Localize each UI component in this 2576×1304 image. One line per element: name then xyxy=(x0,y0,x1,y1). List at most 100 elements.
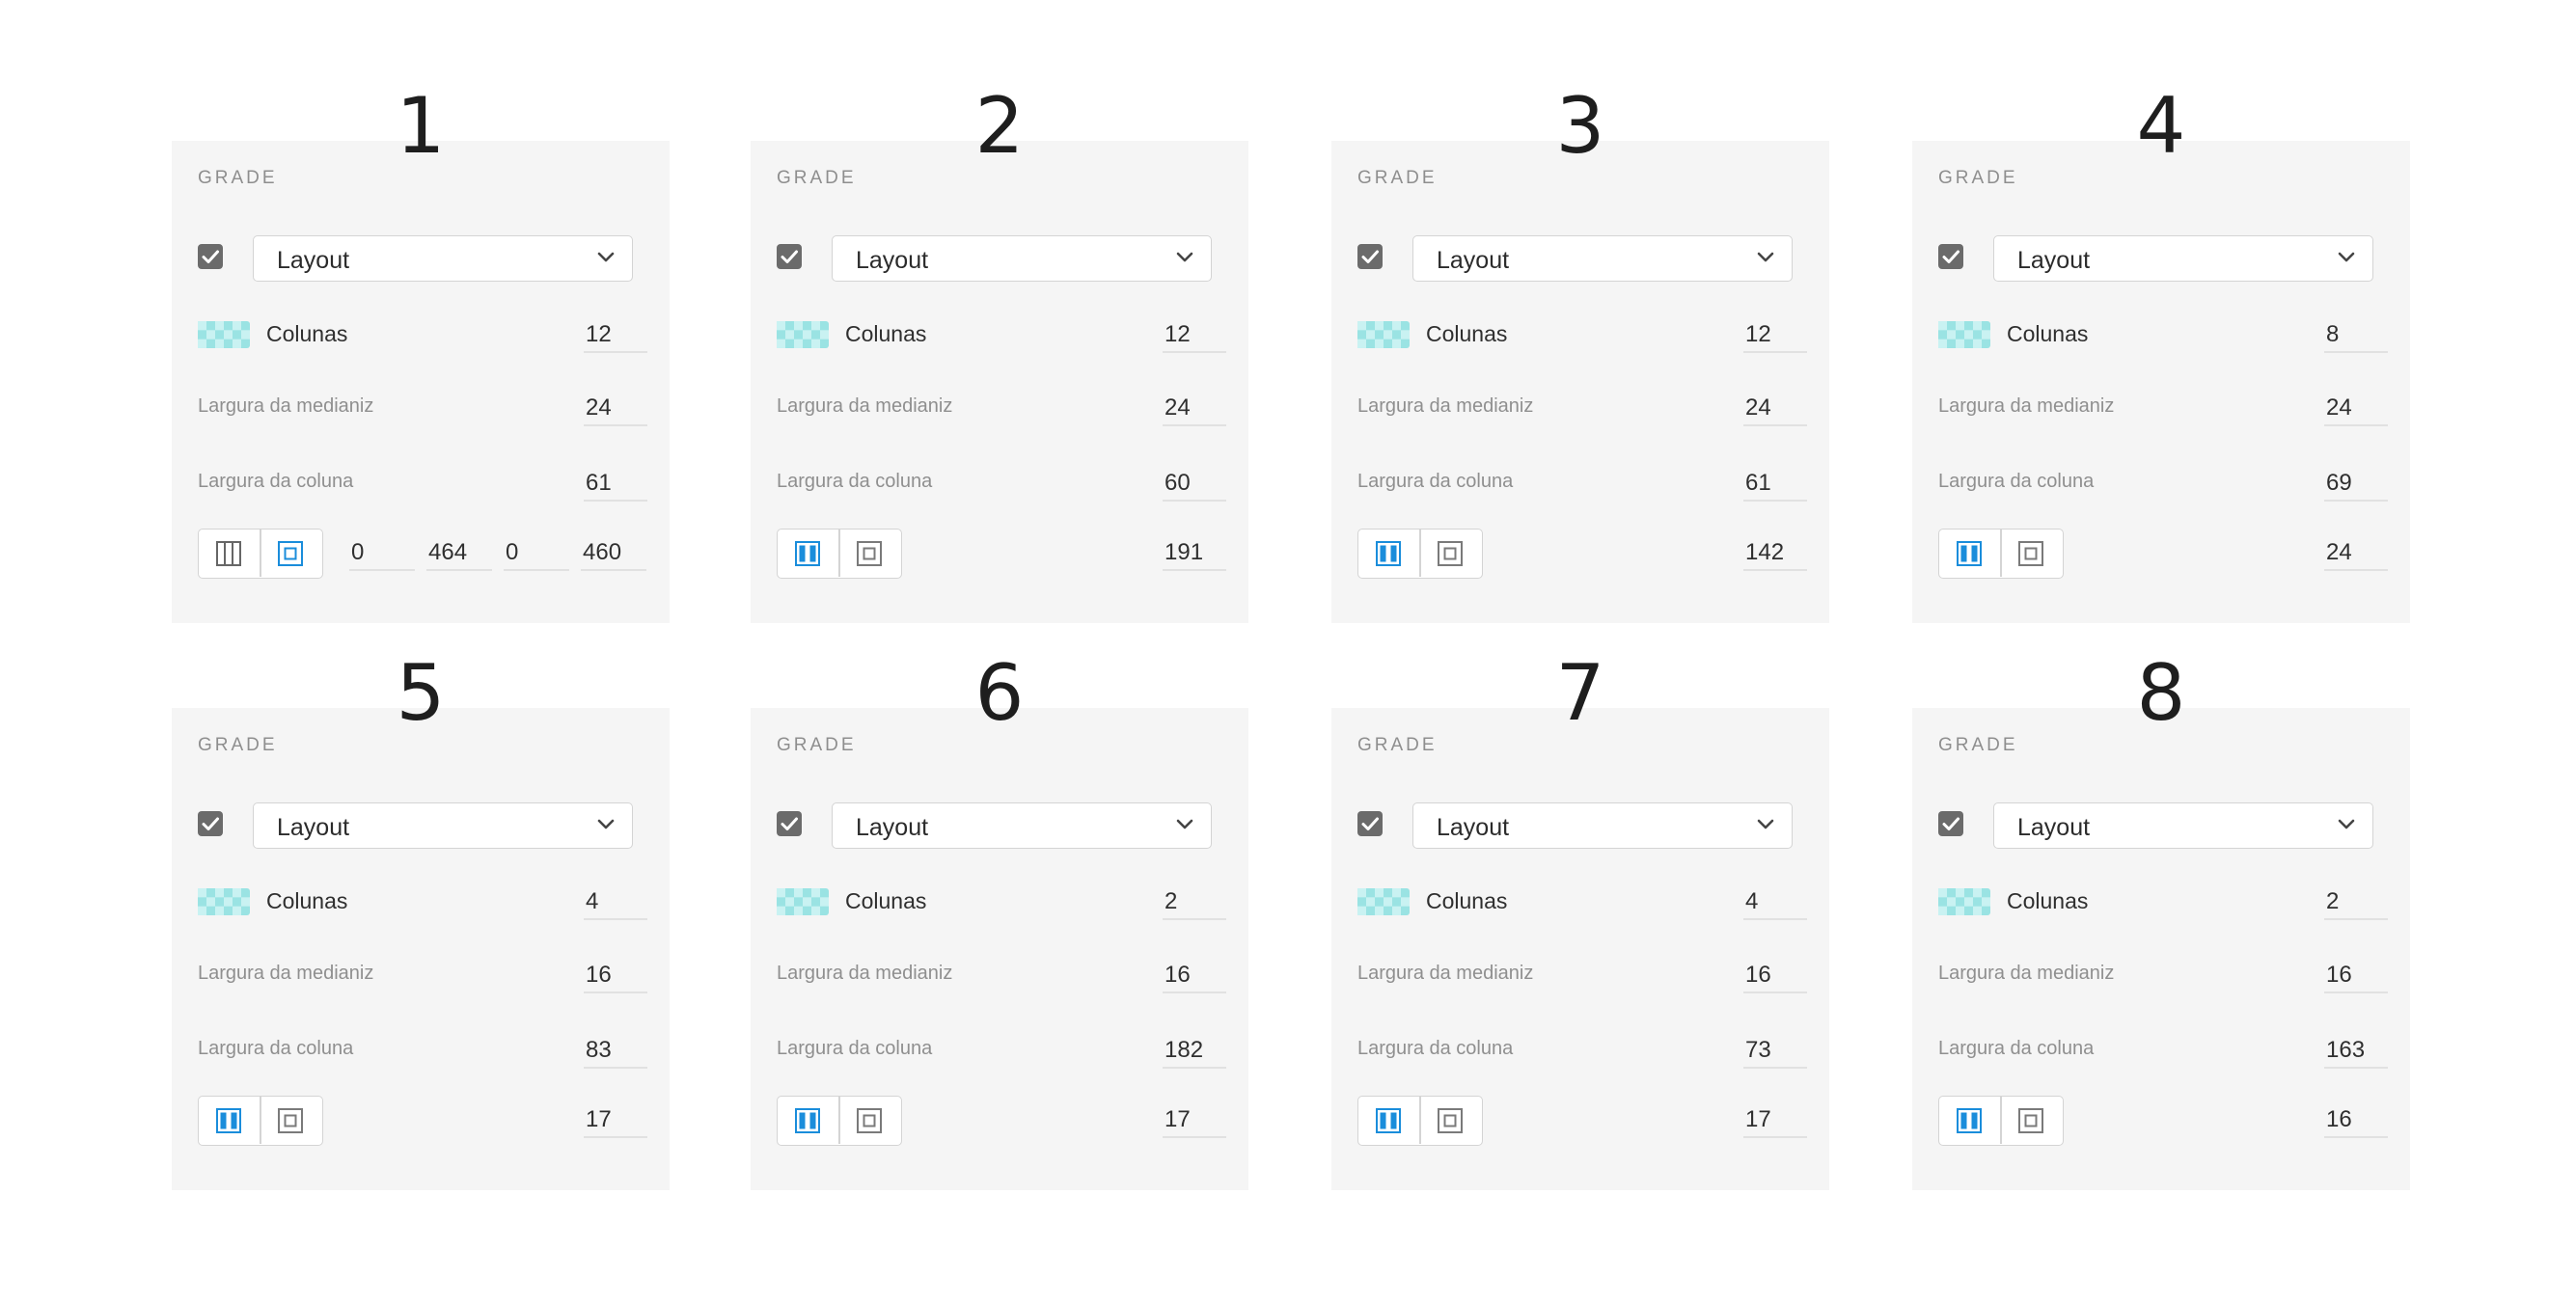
grid-mode-toggle xyxy=(198,1096,323,1146)
offset-input[interactable]: 17 xyxy=(1743,1103,1807,1138)
layout-select[interactable]: Layout xyxy=(1993,802,2373,849)
column-width-input[interactable]: 61 xyxy=(1743,467,1807,502)
inset-mode-button[interactable] xyxy=(839,1097,900,1144)
inset-square-icon xyxy=(1438,541,1463,566)
gutter-input[interactable]: 16 xyxy=(1163,959,1226,993)
grid-enabled-checkbox[interactable] xyxy=(777,244,802,269)
inset-right-input[interactable]: 464 xyxy=(426,536,492,571)
offset-input[interactable]: 191 xyxy=(1163,536,1226,571)
layout-select[interactable]: Layout xyxy=(832,235,1212,282)
offset-input[interactable]: 142 xyxy=(1743,536,1807,571)
grid-swatch-icon[interactable] xyxy=(777,321,829,348)
gutter-input[interactable]: 24 xyxy=(1743,392,1807,426)
center-column-icon xyxy=(795,541,820,566)
grid-enabled-checkbox[interactable] xyxy=(1357,811,1383,836)
gutter-input[interactable]: 24 xyxy=(584,392,647,426)
grid-swatch-icon[interactable] xyxy=(1938,888,1990,915)
columns-mode-button[interactable] xyxy=(1939,530,2000,577)
column-width-input[interactable]: 163 xyxy=(2324,1034,2388,1069)
columns-mode-button[interactable] xyxy=(199,530,260,577)
column-width-input-value: 61 xyxy=(586,470,612,496)
chevron-down-icon xyxy=(1757,252,1774,262)
columns-mode-button[interactable] xyxy=(1358,1097,1419,1144)
gutter-input[interactable]: 16 xyxy=(1743,959,1807,993)
grid-panel-7: 7 GRADE Layout Colunas 4 Largura da medianiz 1… xyxy=(1331,655,1829,1190)
section-title: GRADE xyxy=(1938,735,2018,755)
columns-mode-button[interactable] xyxy=(778,530,838,577)
column-width-input[interactable]: 69 xyxy=(2324,467,2388,502)
grid-swatch-icon[interactable] xyxy=(1357,888,1410,915)
columns-input-value: 8 xyxy=(2326,321,2340,347)
layout-select[interactable]: Layout xyxy=(832,802,1212,849)
column-width-input[interactable]: 182 xyxy=(1163,1034,1226,1069)
layout-select[interactable]: Layout xyxy=(1412,235,1793,282)
column-width-input-value: 69 xyxy=(2326,470,2352,496)
layout-select[interactable]: Layout xyxy=(253,802,633,849)
gutter-input[interactable]: 24 xyxy=(2324,392,2388,426)
layout-select[interactable]: Layout xyxy=(253,235,633,282)
inset-mode-button[interactable] xyxy=(260,530,321,577)
inset-mode-button[interactable] xyxy=(260,1097,321,1144)
gutter-input[interactable]: 16 xyxy=(2324,959,2388,993)
inset-mode-button[interactable] xyxy=(2001,530,2062,577)
inset-left-input[interactable]: 460 xyxy=(581,536,646,571)
grid-enabled-checkbox[interactable] xyxy=(1938,811,1963,836)
layout-select-value: Layout xyxy=(277,814,350,841)
layout-select[interactable]: Layout xyxy=(1412,802,1793,849)
grid-swatch-icon[interactable] xyxy=(198,888,250,915)
column-width-label: Largura da coluna xyxy=(1357,471,1514,492)
column-width-input[interactable]: 60 xyxy=(1163,467,1226,502)
grid-mode-toggle xyxy=(198,529,323,579)
columns-input[interactable]: 2 xyxy=(1163,885,1226,920)
column-width-input[interactable]: 83 xyxy=(584,1034,647,1069)
grid-enabled-checkbox[interactable] xyxy=(777,811,802,836)
columns-input[interactable]: 2 xyxy=(2324,885,2388,920)
inset-top-input[interactable]: 0 xyxy=(349,536,415,571)
gutter-input[interactable]: 24 xyxy=(1163,392,1226,426)
columns-mode-button[interactable] xyxy=(778,1097,838,1144)
grid-enabled-checkbox[interactable] xyxy=(1357,244,1383,269)
grid-enabled-checkbox[interactable] xyxy=(1938,244,1963,269)
center-column-icon xyxy=(795,1108,820,1133)
columns-input[interactable]: 12 xyxy=(584,318,647,353)
columns-label: Colunas xyxy=(845,321,927,346)
column-width-label: Largura da coluna xyxy=(1357,1038,1514,1059)
columns-mode-button[interactable] xyxy=(1939,1097,2000,1144)
gutter-input[interactable]: 16 xyxy=(584,959,647,993)
inset-mode-button[interactable] xyxy=(1420,1097,1481,1144)
offset-input-value: 17 xyxy=(586,1106,612,1132)
offset-input[interactable]: 17 xyxy=(584,1103,647,1138)
inset-bottom-input[interactable]: 0 xyxy=(504,536,569,571)
columns-mode-button[interactable] xyxy=(1358,530,1419,577)
offset-input-value: 142 xyxy=(1745,539,1785,565)
panel-number: 3 xyxy=(1555,81,1605,171)
layout-select[interactable]: Layout xyxy=(1993,235,2373,282)
offset-input[interactable]: 24 xyxy=(2324,536,2388,571)
inset-mode-button[interactable] xyxy=(2001,1097,2062,1144)
inset-mode-button[interactable] xyxy=(1420,530,1481,577)
grid-swatch-icon[interactable] xyxy=(1357,321,1410,348)
grid-swatch-icon[interactable] xyxy=(777,888,829,915)
grid-panel-5: 5 GRADE Layout Colunas 4 Largura da medianiz 1… xyxy=(172,655,670,1190)
grid-swatch-icon xyxy=(1357,321,1410,348)
columns-label: Colunas xyxy=(2007,888,2089,913)
grid-swatch-icon[interactable] xyxy=(1938,321,1990,348)
column-width-input[interactable]: 61 xyxy=(584,467,647,502)
columns-input[interactable]: 12 xyxy=(1163,318,1226,353)
columns-input[interactable]: 4 xyxy=(584,885,647,920)
grid-enabled-checkbox[interactable] xyxy=(198,811,223,836)
grid-enabled-checkbox[interactable] xyxy=(198,244,223,269)
gutter-input-value: 16 xyxy=(1165,962,1191,988)
chevron-down-icon xyxy=(2338,252,2355,262)
columns-input[interactable]: 4 xyxy=(1743,885,1807,920)
grid-swatch-icon[interactable] xyxy=(198,321,250,348)
column-width-label: Largura da coluna xyxy=(198,471,354,492)
inset-bottom-input-value: 0 xyxy=(506,539,519,565)
inset-mode-button[interactable] xyxy=(839,530,900,577)
columns-mode-button[interactable] xyxy=(199,1097,260,1144)
column-width-input[interactable]: 73 xyxy=(1743,1034,1807,1069)
columns-input[interactable]: 12 xyxy=(1743,318,1807,353)
offset-input[interactable]: 17 xyxy=(1163,1103,1226,1138)
offset-input[interactable]: 16 xyxy=(2324,1103,2388,1138)
columns-input[interactable]: 8 xyxy=(2324,318,2388,353)
